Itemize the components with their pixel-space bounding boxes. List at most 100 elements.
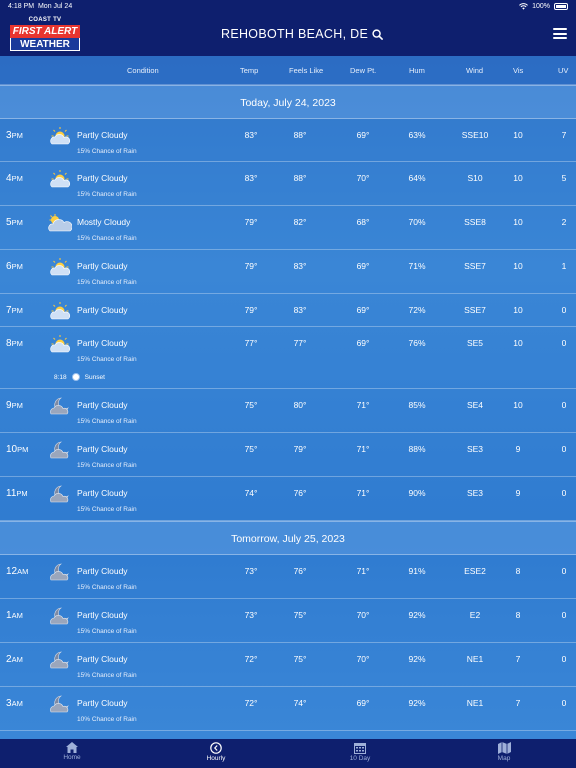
row-visibility: 7 <box>515 698 521 708</box>
row-humidity: 63% <box>408 130 426 140</box>
tab-home-label: Home <box>63 754 81 761</box>
row-time: 2AM <box>6 654 23 665</box>
row-condition: Partly Cloudy <box>77 400 128 410</box>
row-dew-point: 69° <box>356 338 370 348</box>
row-feels-like: 88° <box>293 173 307 183</box>
status-right: 100% <box>519 2 568 10</box>
row-dew-point: 70° <box>356 173 370 183</box>
battery-percent: 100% <box>532 2 550 10</box>
row-visibility: 10 <box>513 130 523 140</box>
row-uv: 0 <box>561 654 567 664</box>
partly-cloudy-day-icon <box>48 334 72 354</box>
hourly-row[interactable]: 5PM Mostly Cloudy 15% Chance of Rain 79° 82°… <box>0 206 576 250</box>
row-dew-point: 70° <box>356 610 370 620</box>
brand-line-2: WEATHER <box>10 38 80 51</box>
row-dew-point: 69° <box>356 130 370 140</box>
partly-cloudy-day-icon <box>48 257 72 277</box>
row-visibility: 10 <box>513 338 523 348</box>
hourly-row[interactable]: 8PM Partly Cloudy 15% Chance of Rain 77° 77°… <box>0 327 576 389</box>
hourly-row[interactable]: 3PM Partly Cloudy 15% Chance of Rain 83° 88°… <box>0 119 576 162</box>
row-uv: 1 <box>561 261 567 271</box>
hourly-row[interactable]: 12AM Partly Cloudy 15% Chance of Rain 73° 76… <box>0 555 576 599</box>
row-condition: Mostly Cloudy <box>77 217 131 227</box>
tab-map[interactable]: Map <box>432 739 576 768</box>
hamburger-menu-icon[interactable] <box>553 28 567 39</box>
row-humidity: 91% <box>408 566 426 576</box>
hourly-row[interactable]: 7PM Partly Cloudy 79° 83° 69° 72% SSE7 10 0 <box>0 294 576 327</box>
row-wind: E2 <box>469 610 481 620</box>
row-rain-chance: 10% Chance of Rain <box>77 716 137 723</box>
row-dew-point: 71° <box>356 444 370 454</box>
location-selector[interactable]: REHOBOTH BEACH, DE <box>221 27 384 41</box>
row-condition: Partly Cloudy <box>77 444 128 454</box>
row-temp: 79° <box>244 217 258 227</box>
row-time: 3AM <box>6 698 23 709</box>
row-feels-like: 76° <box>293 488 307 498</box>
row-feels-like: 74° <box>293 698 307 708</box>
partly-cloudy-day-icon <box>48 301 72 321</box>
row-dew-point: 71° <box>356 566 370 576</box>
row-time: 9PM <box>6 400 23 411</box>
sunset-label: Sunset <box>84 373 105 381</box>
sunset-time: 8:18 <box>54 373 67 381</box>
brand-line-1: FIRST ALERT <box>10 25 80 38</box>
hourly-row[interactable]: 9PM Partly Cloudy 15% Chance of Rain 75° 80°… <box>0 389 576 433</box>
hourly-row[interactable]: 2AM Partly Cloudy 15% Chance of Rain 72° 75°… <box>0 643 576 687</box>
row-rain-chance: 15% Chance of Rain <box>77 672 137 679</box>
row-condition: Partly Cloudy <box>77 305 128 315</box>
row-time: 10PM <box>6 444 29 455</box>
row-rain-chance: 15% Chance of Rain <box>77 235 137 242</box>
row-wind: S10 <box>467 173 483 183</box>
row-condition: Partly Cloudy <box>77 261 128 271</box>
row-visibility: 10 <box>513 217 523 227</box>
row-dew-point: 71° <box>356 400 370 410</box>
first-alert-weather-logo[interactable]: COAST TV FIRST ALERT WEATHER <box>10 17 80 51</box>
partly-cloudy-night-icon <box>48 396 72 416</box>
hourly-row[interactable]: 11PM Partly Cloudy 15% Chance of Rain 74° 76… <box>0 477 576 521</box>
tab-home[interactable]: Home <box>0 739 144 768</box>
row-dew-point: 71° <box>356 488 370 498</box>
row-wind: SE5 <box>466 338 484 348</box>
row-dew-point: 69° <box>356 305 370 315</box>
row-rain-chance: 15% Chance of Rain <box>77 462 137 469</box>
hourly-row[interactable]: 10PM Partly Cloudy 15% Chance of Rain 75° 79… <box>0 433 576 477</box>
row-humidity: 92% <box>408 654 426 664</box>
row-dew-point: 70° <box>356 654 370 664</box>
row-humidity: 88% <box>408 444 426 454</box>
column-header-row: Condition Temp Feels Like Dew Pt. Hum Wi… <box>0 56 576 85</box>
col-dew-point: Dew Pt. <box>350 66 377 75</box>
row-dew-point: 68° <box>356 217 370 227</box>
row-uv: 2 <box>561 217 567 227</box>
hourly-row[interactable]: 6PM Partly Cloudy 15% Chance of Rain 79° 83°… <box>0 250 576 294</box>
search-icon[interactable] <box>372 28 384 40</box>
row-temp: 74° <box>244 488 258 498</box>
tab-hourly[interactable]: Hourly <box>144 739 288 768</box>
home-icon <box>66 742 78 753</box>
row-humidity: 90% <box>408 488 426 498</box>
tab-10-day[interactable]: 10 Day <box>288 739 432 768</box>
row-temp: 73° <box>244 610 258 620</box>
hourly-row[interactable]: 4PM Partly Cloudy 15% Chance of Rain 83° 88°… <box>0 162 576 206</box>
row-wind: SE3 <box>466 488 484 498</box>
row-condition: Partly Cloudy <box>77 173 128 183</box>
partly-cloudy-night-icon <box>48 484 72 504</box>
row-visibility: 10 <box>513 173 523 183</box>
col-feels-like: Feels Like <box>289 66 324 75</box>
sunset-icon <box>71 373 80 381</box>
hourly-row[interactable]: 1AM Partly Cloudy 15% Chance of Rain 73° 75°… <box>0 599 576 643</box>
status-date: Mon Jul 24 <box>37 2 73 10</box>
row-condition: Partly Cloudy <box>77 338 128 348</box>
row-time: 6PM <box>6 261 23 272</box>
col-visibility: Vis <box>513 66 524 75</box>
row-humidity: 64% <box>408 173 426 183</box>
row-humidity: 72% <box>408 305 426 315</box>
row-feels-like: 83° <box>293 261 307 271</box>
row-uv: 7 <box>561 130 567 140</box>
row-temp: 83° <box>244 130 258 140</box>
row-temp: 73° <box>244 566 258 576</box>
row-time: 1AM <box>6 610 23 621</box>
row-visibility: 10 <box>513 305 523 315</box>
app-header: COAST TV FIRST ALERT WEATHER REHOBOTH BE… <box>0 12 576 56</box>
status-bar: 4:18 PM Mon Jul 24 100% <box>0 0 576 12</box>
hourly-row[interactable]: 3AM Partly Cloudy 10% Chance of Rain 72° 74°… <box>0 687 576 731</box>
